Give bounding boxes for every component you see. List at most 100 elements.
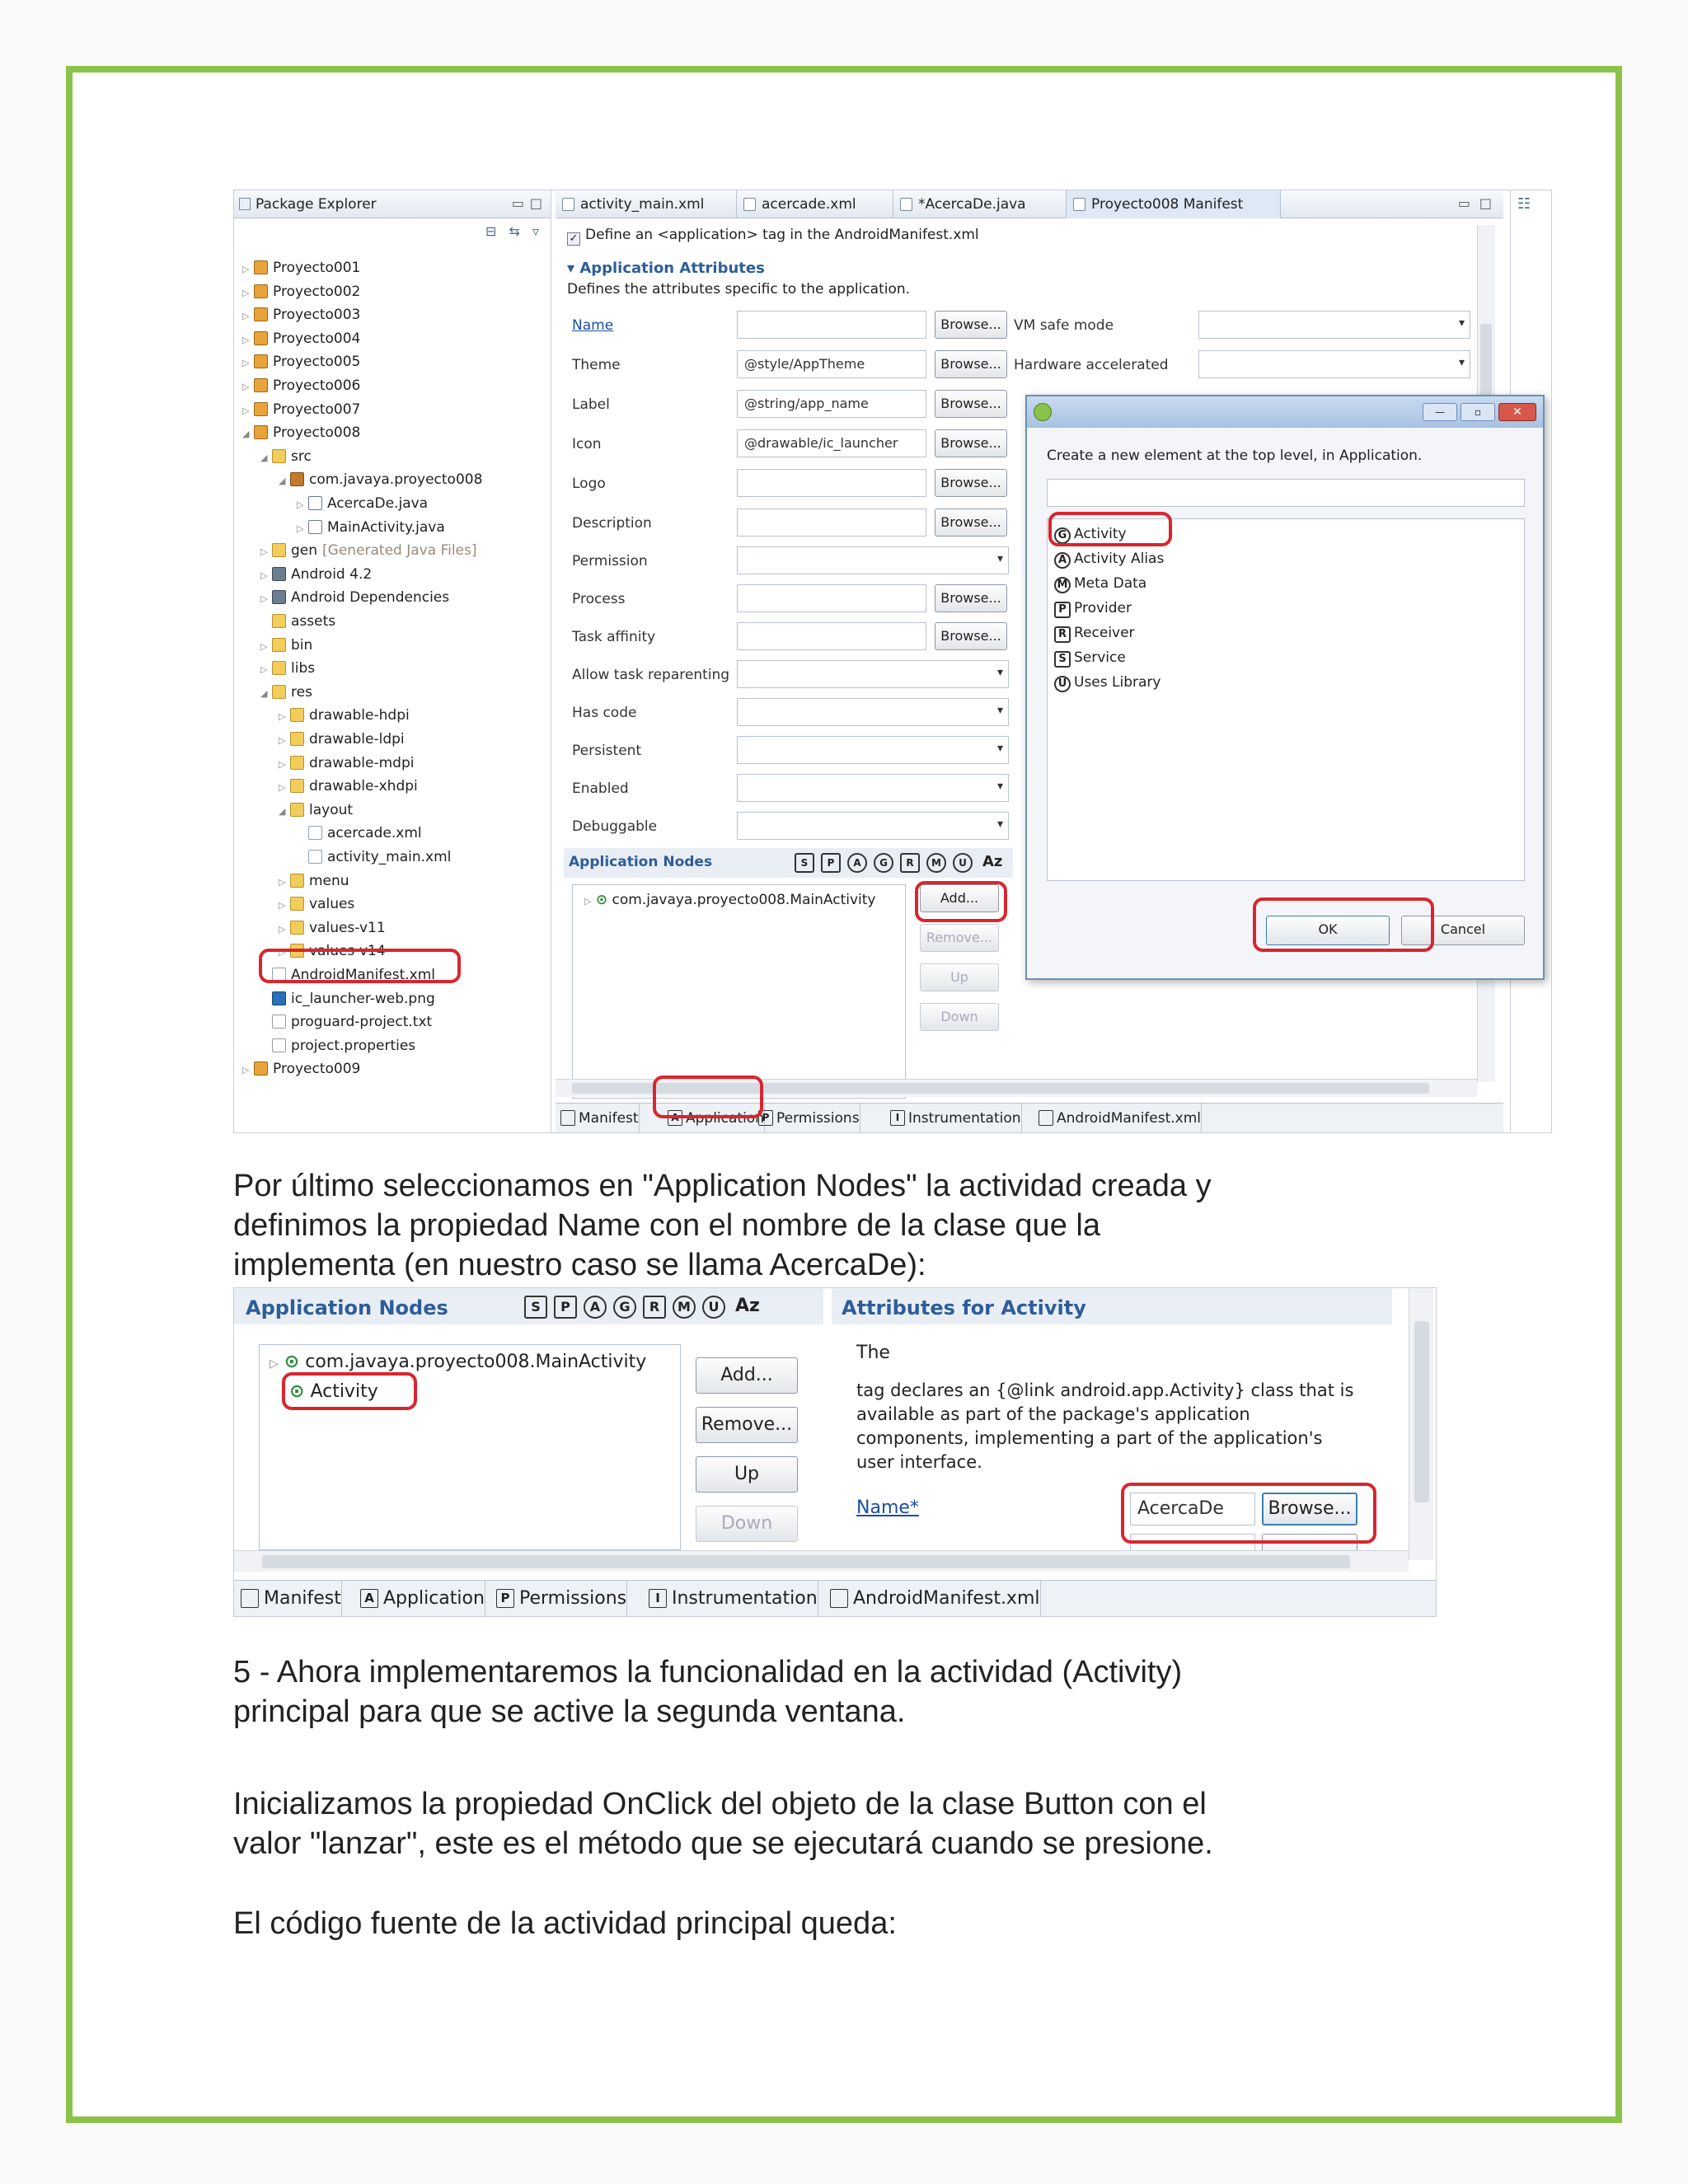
tree-item[interactable]: acercade.xml: [297, 822, 422, 845]
tree-item[interactable]: ▷ Android 4.2: [260, 563, 372, 586]
expand-twisty-icon[interactable]: ◢: [260, 447, 272, 470]
expand-twisty-icon[interactable]: ◢: [260, 682, 272, 705]
expand-twisty-icon[interactable]: ▷: [242, 305, 254, 328]
task-affinity-browse-button[interactable]: Browse...: [935, 622, 1007, 650]
theme-input[interactable]: @style/AppTheme: [737, 350, 926, 378]
tree-item[interactable]: ▷ bin: [260, 634, 312, 657]
view-menu-icon[interactable]: ▿: [532, 223, 539, 239]
dialog-maximize-icon[interactable]: ▫: [1461, 403, 1495, 421]
editor-minimize-icon[interactable]: ▭: [1458, 195, 1470, 211]
name-browse-button[interactable]: Browse...: [935, 311, 1007, 339]
expand-twisty-icon[interactable]: ▷: [297, 494, 308, 517]
name-label[interactable]: Name: [572, 317, 613, 334]
down-node-button-2[interactable]: Down: [696, 1506, 798, 1542]
persistent-combo[interactable]: [737, 736, 1009, 764]
tab-manifest[interactable]: Proyecto008 Manifest: [1067, 190, 1281, 218]
panel-hscrollbar[interactable]: [234, 1550, 1409, 1572]
dialog-minimize-icon[interactable]: —: [1423, 403, 1457, 421]
sort-alpha-icon[interactable]: Az: [982, 853, 1002, 870]
tree-item[interactable]: ◢ com.javaya.proyecto008: [279, 468, 482, 491]
expand-twisty-icon[interactable]: ▷: [242, 376, 254, 399]
dialog-element-item[interactable]: R Receiver: [1054, 625, 1135, 643]
node-type-r-icon[interactable]: R: [900, 853, 920, 873]
application-attributes-title[interactable]: ▾ Application Attributes: [567, 260, 765, 277]
expand-twisty-icon[interactable]: ▷: [260, 588, 272, 611]
dialog-element-item[interactable]: P Provider: [1054, 600, 1132, 618]
tree-item[interactable]: ▷ values-v11: [279, 916, 386, 940]
remove-node-button-2[interactable]: Remove...: [696, 1407, 798, 1443]
package-explorer-title[interactable]: Package Explorer: [256, 196, 377, 213]
up-node-button-2[interactable]: Up: [696, 1456, 798, 1493]
tree-item[interactable]: proguard-project.txt: [260, 1010, 432, 1033]
bottom-tab-androidmanifest-xml[interactable]: AndroidManifest.xml: [1034, 1104, 1203, 1132]
editor-maximize-icon[interactable]: □: [1479, 195, 1492, 211]
node-type-s-icon[interactable]: S: [795, 853, 814, 873]
dialog-element-item[interactable]: M Meta Data: [1054, 575, 1146, 593]
process-browse-button[interactable]: Browse...: [935, 584, 1007, 612]
expand-twisty-icon[interactable]: ▷: [260, 565, 272, 588]
define-tag-checkbox[interactable]: ✓: [567, 232, 580, 246]
tree-item[interactable]: assets: [260, 610, 335, 633]
expand-twisty-icon[interactable]: ▷: [242, 1059, 254, 1082]
tree-item[interactable]: ▷ libs: [260, 657, 315, 680]
node-main-activity[interactable]: ▷ ⊙ com.javaya.proyecto008.MainActivity: [584, 892, 876, 908]
node-type-r-icon[interactable]: R: [643, 1296, 666, 1319]
tree-item[interactable]: ▷ Proyecto001: [242, 256, 360, 279]
tree-item[interactable]: ▷ drawable-hdpi: [279, 704, 410, 727]
node-type-p-icon[interactable]: P: [821, 853, 841, 873]
dialog-filter-input[interactable]: [1047, 479, 1525, 507]
expand-twisty-icon[interactable]: ◢: [242, 423, 254, 446]
expand-twisty-icon[interactable]: ▷: [279, 894, 290, 917]
task-affinity-input[interactable]: [737, 622, 926, 650]
logo-browse-button[interactable]: Browse...: [935, 469, 1007, 497]
panel-hscroll-thumb[interactable]: [262, 1555, 1350, 1568]
dialog-close-icon[interactable]: ✕: [1498, 403, 1536, 421]
node-type-m-icon[interactable]: M: [673, 1296, 696, 1319]
node-type-s-icon[interactable]: S: [524, 1296, 547, 1319]
expand-twisty-icon[interactable]: ▷: [260, 541, 272, 564]
label-input[interactable]: @string/app_name: [737, 390, 926, 418]
expand-twisty-icon[interactable]: ▷: [242, 282, 254, 305]
process-input[interactable]: [737, 584, 926, 612]
name-input[interactable]: [737, 311, 926, 339]
expand-twisty-icon[interactable]: ▷: [279, 918, 290, 941]
tab-activity-main-xml[interactable]: activity_main.xml: [556, 190, 737, 218]
vm-safe-mode-combo[interactable]: [1198, 311, 1470, 339]
expand-twisty-icon[interactable]: ◢: [279, 470, 290, 493]
sort-alpha-icon[interactable]: Az: [735, 1296, 760, 1316]
node-type-u-icon[interactable]: U: [953, 853, 973, 873]
collapse-all-icon[interactable]: ⊟: [485, 223, 496, 239]
tree-item[interactable]: ▷ drawable-ldpi: [279, 728, 405, 751]
add-node-button-2[interactable]: Add...: [696, 1357, 798, 1394]
tree-item[interactable]: project.properties: [260, 1034, 415, 1057]
description-browse-button[interactable]: Browse...: [935, 509, 1007, 537]
expand-twisty-icon[interactable]: ▷: [279, 753, 290, 776]
attributes-vscroll-thumb[interactable]: [1414, 1321, 1429, 1502]
expand-twisty-icon[interactable]: ◢: [279, 800, 290, 823]
theme-browse-button[interactable]: Browse...: [935, 350, 1007, 378]
hardware-accelerated-combo[interactable]: [1198, 350, 1470, 378]
tab-acercade-java[interactable]: *AcercaDe.java: [893, 190, 1067, 218]
tree-item[interactable]: ▷ Proyecto009: [242, 1057, 360, 1080]
node-type-g-icon[interactable]: G: [874, 853, 893, 873]
expand-twisty-icon[interactable]: ▷: [279, 776, 290, 799]
tree-item[interactable]: ▷ Proyecto003: [242, 303, 360, 326]
tree-item[interactable]: ▷ drawable-mdpi: [279, 752, 415, 775]
link-editor-icon[interactable]: ⇆: [509, 223, 519, 239]
expand-twisty-icon[interactable]: ▷: [279, 871, 290, 894]
allow-task-reparenting-combo[interactable]: [737, 660, 1009, 688]
expand-twisty-icon[interactable]: ▷: [279, 729, 290, 752]
label-browse-button[interactable]: Browse...: [935, 390, 1007, 418]
bottom-tab-permissions[interactable]: P Permissions: [753, 1104, 860, 1132]
has-code-combo[interactable]: [737, 698, 1009, 726]
expand-twisty-icon[interactable]: ▷: [242, 352, 254, 375]
tree-item[interactable]: ▷ menu: [279, 869, 349, 893]
description-input[interactable]: [737, 509, 926, 537]
tree-item[interactable]: ▷ Proyecto007: [242, 398, 360, 421]
expand-twisty-icon[interactable]: ▷: [297, 518, 308, 541]
maximize-icon[interactable]: □: [530, 195, 542, 211]
bottom-tab-manifest[interactable]: Manifest: [234, 1581, 342, 1616]
bottom-tab-instrumentation[interactable]: I Instrumentation: [642, 1581, 818, 1616]
tree-item[interactable]: ▷ gen [Generated Java Files]: [260, 539, 477, 562]
tree-item[interactable]: ▷ Android Dependencies: [260, 586, 449, 609]
